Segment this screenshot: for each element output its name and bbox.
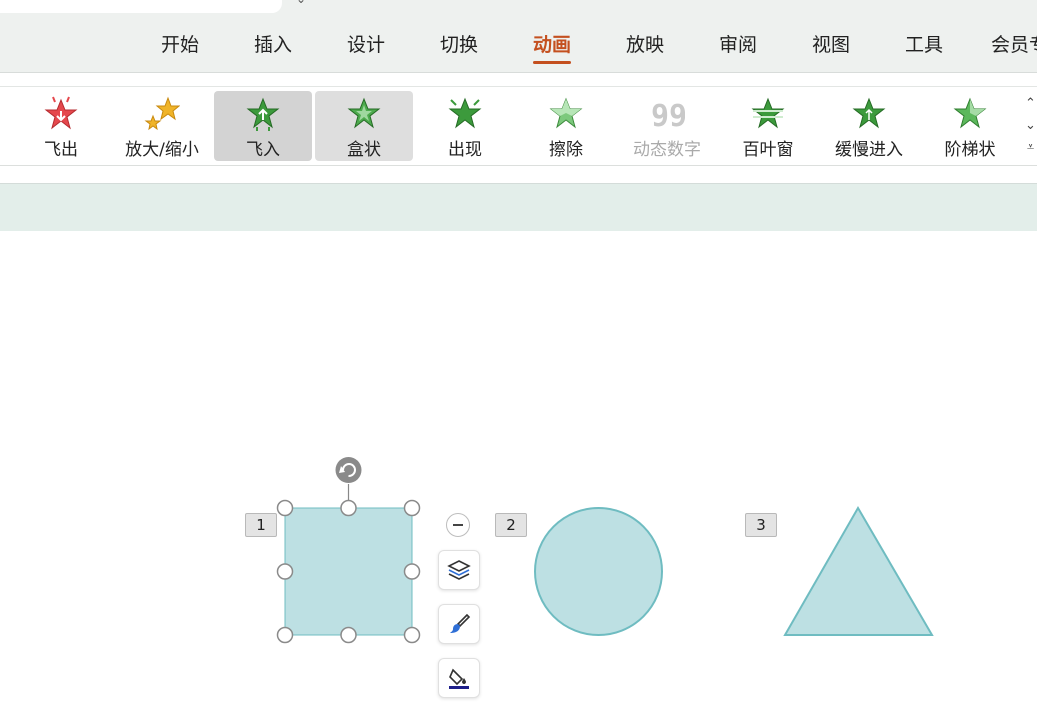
effect-label: 百叶窗	[742, 140, 794, 160]
dynamic-number-icon: 99	[651, 99, 685, 132]
document-tab[interactable]	[0, 0, 282, 13]
effect-zoom[interactable]: 放大/缩小	[113, 91, 211, 161]
ribbon-scroll[interactable]: ⌃ ⌄ ⩡	[1024, 93, 1037, 159]
animation-order-tag-2[interactable]: 2	[495, 513, 527, 537]
effect-dynamic-number[interactable]: 99 动态数字	[618, 91, 716, 161]
effect-fly-in[interactable]: 飞入	[214, 91, 312, 161]
tab-member[interactable]: 会员专	[991, 30, 1037, 60]
star-fly-in-icon	[246, 97, 280, 131]
star-zoom-icon	[144, 96, 180, 131]
fill-color-button[interactable]	[438, 658, 480, 698]
tab-tools[interactable]: 工具	[905, 30, 943, 60]
effect-label: 动态数字	[633, 140, 701, 160]
effect-stairs[interactable]: 阶梯状	[921, 91, 1019, 161]
tab-animation[interactable]: 动画	[533, 30, 572, 64]
effect-label: 缓慢进入	[835, 140, 903, 160]
svg-text:99: 99	[651, 99, 685, 132]
tab-chevron-icon[interactable]: ⌄	[296, 0, 306, 6]
scroll-up-icon[interactable]: ⌃	[1024, 93, 1037, 115]
effect-blinds[interactable]: 百叶窗	[719, 91, 817, 161]
tab-insert[interactable]: 插入	[254, 30, 292, 60]
tab-view[interactable]: 视图	[812, 30, 850, 60]
tab-start[interactable]: 开始	[161, 30, 199, 60]
star-wipe-icon	[549, 97, 583, 129]
effect-label: 放大/缩小	[125, 140, 199, 160]
layers-button[interactable]	[438, 550, 480, 590]
paint-bucket-icon	[449, 668, 469, 689]
tab-review[interactable]: 审阅	[719, 30, 757, 60]
star-stairs-icon	[953, 97, 987, 129]
slide-canvas[interactable]	[0, 231, 1037, 705]
toolbar-band	[0, 183, 1037, 232]
tab-design[interactable]: 设计	[347, 30, 385, 60]
star-fly-out-icon	[44, 96, 78, 130]
effect-label: 盒状	[347, 140, 381, 160]
collapse-toolbar-button[interactable]	[446, 513, 470, 537]
star-box-icon	[347, 97, 381, 129]
format-painter-button[interactable]	[438, 604, 480, 644]
star-ease-in-icon	[852, 97, 886, 129]
effect-label: 飞入	[246, 140, 280, 160]
effect-wipe[interactable]: 擦除	[517, 91, 615, 161]
tab-transition[interactable]: 切换	[440, 30, 478, 60]
animation-order-tag-3[interactable]: 3	[745, 513, 777, 537]
expand-gallery-icon[interactable]: ⩡	[1024, 137, 1037, 159]
tab-slideshow[interactable]: 放映	[626, 30, 664, 60]
effect-appear[interactable]: 出现	[416, 91, 514, 161]
animation-ribbon: 飞出 放大/缩小 飞入 盒状 出现 擦除 99 动态数字 百叶窗 缓慢进入 阶梯…	[0, 86, 1037, 166]
effect-label: 擦除	[549, 140, 583, 160]
menu-bar: ⌄ 开始 插入 设计 切换 动画 放映 审阅 视图 工具 会员专	[0, 0, 1037, 73]
animation-order-tag-1[interactable]: 1	[245, 513, 277, 537]
effect-label: 飞出	[44, 140, 78, 160]
effect-box[interactable]: 盒状	[315, 91, 413, 161]
effect-fly-out[interactable]: 飞出	[12, 91, 110, 161]
effect-label: 阶梯状	[944, 140, 996, 160]
scroll-down-icon[interactable]: ⌄	[1024, 115, 1037, 137]
layers-icon	[447, 560, 471, 580]
star-appear-icon	[448, 97, 482, 129]
effect-ease-in[interactable]: 缓慢进入	[820, 91, 918, 161]
star-blinds-icon	[751, 97, 785, 129]
brush-icon	[450, 613, 471, 633]
effect-label: 出现	[448, 140, 482, 160]
